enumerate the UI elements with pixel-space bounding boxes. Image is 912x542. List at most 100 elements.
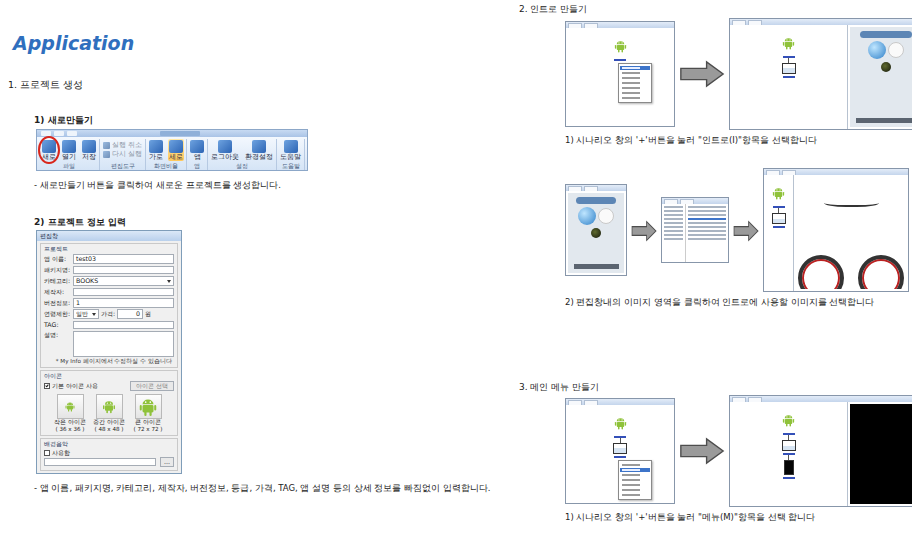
- file-item[interactable]: [688, 226, 726, 228]
- button-label: 로그아웃: [211, 153, 239, 161]
- arrow-icon: [733, 219, 759, 241]
- icon-button[interactable]: [96, 394, 123, 419]
- scenario-node[interactable]: [783, 460, 795, 479]
- ribbon-button[interactable]: 실행 취소: [102, 141, 143, 149]
- android-icon: [781, 407, 796, 431]
- scenario-pane: [730, 402, 847, 506]
- tree-item[interactable]: [664, 222, 683, 224]
- tree-item[interactable]: [664, 214, 683, 216]
- price-field[interactable]: 0: [117, 309, 143, 319]
- text-field[interactable]: [73, 321, 174, 329]
- menu-item[interactable]: [620, 468, 650, 472]
- menu-item[interactable]: [620, 71, 650, 75]
- form-row: TAG:: [44, 320, 174, 330]
- scenario-node[interactable]: [613, 33, 628, 61]
- ribbon-button[interactable]: 도움말: [279, 139, 302, 161]
- button-row: 새로열기저장: [41, 139, 97, 161]
- scenario-node[interactable]: [782, 440, 796, 455]
- ribbon-group: 실행 취소다시 실행편집도구: [100, 139, 146, 170]
- tree-item[interactable]: [664, 234, 683, 236]
- scenario-node[interactable]: [781, 30, 796, 58]
- icon-select-button[interactable]: 아이콘 선택: [130, 381, 174, 391]
- button-row: 로그아웃 환경설정: [210, 139, 274, 161]
- wheel-icon: [858, 255, 904, 289]
- screenshot-row: [565, 168, 912, 292]
- file-item[interactable]: [688, 238, 726, 240]
- ribbon-button[interactable]: 환경설정: [244, 139, 274, 161]
- menu-item[interactable]: [620, 488, 650, 492]
- button-icon: [42, 140, 56, 153]
- tree-item[interactable]: [664, 226, 683, 228]
- scenario-node[interactable]: [613, 410, 628, 438]
- file-item[interactable]: [688, 214, 726, 216]
- menu-item[interactable]: [620, 483, 650, 487]
- text-field[interactable]: [73, 266, 174, 274]
- tree-item[interactable]: [664, 206, 683, 208]
- menu-item-bar: [622, 489, 640, 491]
- node-bar: [783, 76, 795, 78]
- page-title: Application: [13, 32, 519, 55]
- ribbon-button[interactable]: 다시 실행: [102, 150, 143, 158]
- ribbon-button[interactable]: 앱: [189, 139, 205, 161]
- file-item[interactable]: [688, 210, 726, 212]
- age-select[interactable]: 일반: [73, 309, 99, 319]
- text-field[interactable]: 1: [73, 298, 174, 308]
- file-item[interactable]: [688, 222, 726, 224]
- arrow-icon: [679, 437, 725, 465]
- file-item[interactable]: [688, 234, 726, 236]
- field-label: 버전정보:: [44, 299, 71, 307]
- ribbon-button[interactable]: 세로: [168, 139, 184, 161]
- text-field[interactable]: test03: [73, 254, 174, 264]
- tree-item[interactable]: [664, 230, 683, 232]
- menu-item[interactable]: [620, 66, 650, 70]
- music-field[interactable]: [44, 458, 156, 466]
- checkbox[interactable]: [44, 383, 50, 389]
- menu-item[interactable]: [620, 493, 650, 497]
- description-field[interactable]: [73, 331, 174, 357]
- icon-label: 큰 아이콘: [135, 419, 161, 426]
- field-label: 연령제한:: [44, 310, 71, 318]
- button-label: 세로: [169, 153, 183, 161]
- ribbon-button[interactable]: 로그아웃: [210, 139, 240, 161]
- checkbox[interactable]: [44, 450, 50, 456]
- ball-icon: [881, 62, 891, 72]
- menu-item[interactable]: [620, 81, 650, 85]
- scenario-node[interactable]: [782, 63, 796, 78]
- screenshot-row: [565, 395, 912, 507]
- menu-item-bar: [622, 82, 640, 84]
- button-row: 가로세로: [148, 139, 184, 161]
- ribbon-button[interactable]: 가로: [148, 139, 164, 161]
- ribbon-button[interactable]: 열기: [61, 139, 77, 161]
- menu-item[interactable]: [620, 86, 650, 90]
- menu-item[interactable]: [620, 76, 650, 80]
- menu-item[interactable]: [620, 478, 650, 482]
- file-item[interactable]: [688, 218, 726, 220]
- scenario-node[interactable]: [613, 443, 627, 458]
- file-item[interactable]: [688, 230, 726, 232]
- icon-button[interactable]: [135, 394, 162, 419]
- button-row: 도움말: [279, 139, 302, 161]
- screenshot-window: [565, 21, 675, 127]
- browse-button[interactable]: ...: [160, 457, 174, 467]
- screenshot-window: [565, 398, 675, 504]
- node-bar: [783, 477, 795, 479]
- button-icon: [82, 140, 96, 153]
- tree-item[interactable]: [664, 210, 683, 212]
- menu-item[interactable]: [620, 473, 650, 477]
- scenario-node[interactable]: [771, 180, 786, 208]
- scenario-node[interactable]: [781, 407, 796, 435]
- menu-item[interactable]: [620, 463, 650, 467]
- menu-item[interactable]: [620, 96, 650, 100]
- ribbon-button[interactable]: 저장: [81, 139, 97, 161]
- menu-item[interactable]: [620, 91, 650, 95]
- tree-item[interactable]: [664, 218, 683, 220]
- text-field[interactable]: BOOKS: [73, 276, 174, 286]
- icon-button[interactable]: [57, 394, 84, 419]
- globe-icon: [578, 207, 596, 225]
- ribbon-button[interactable]: 새로: [41, 139, 57, 161]
- file-item[interactable]: [688, 206, 726, 208]
- tree-item[interactable]: [664, 238, 683, 240]
- text-field[interactable]: [73, 288, 174, 296]
- scenario-node[interactable]: [772, 213, 786, 228]
- button-icon: [62, 140, 76, 153]
